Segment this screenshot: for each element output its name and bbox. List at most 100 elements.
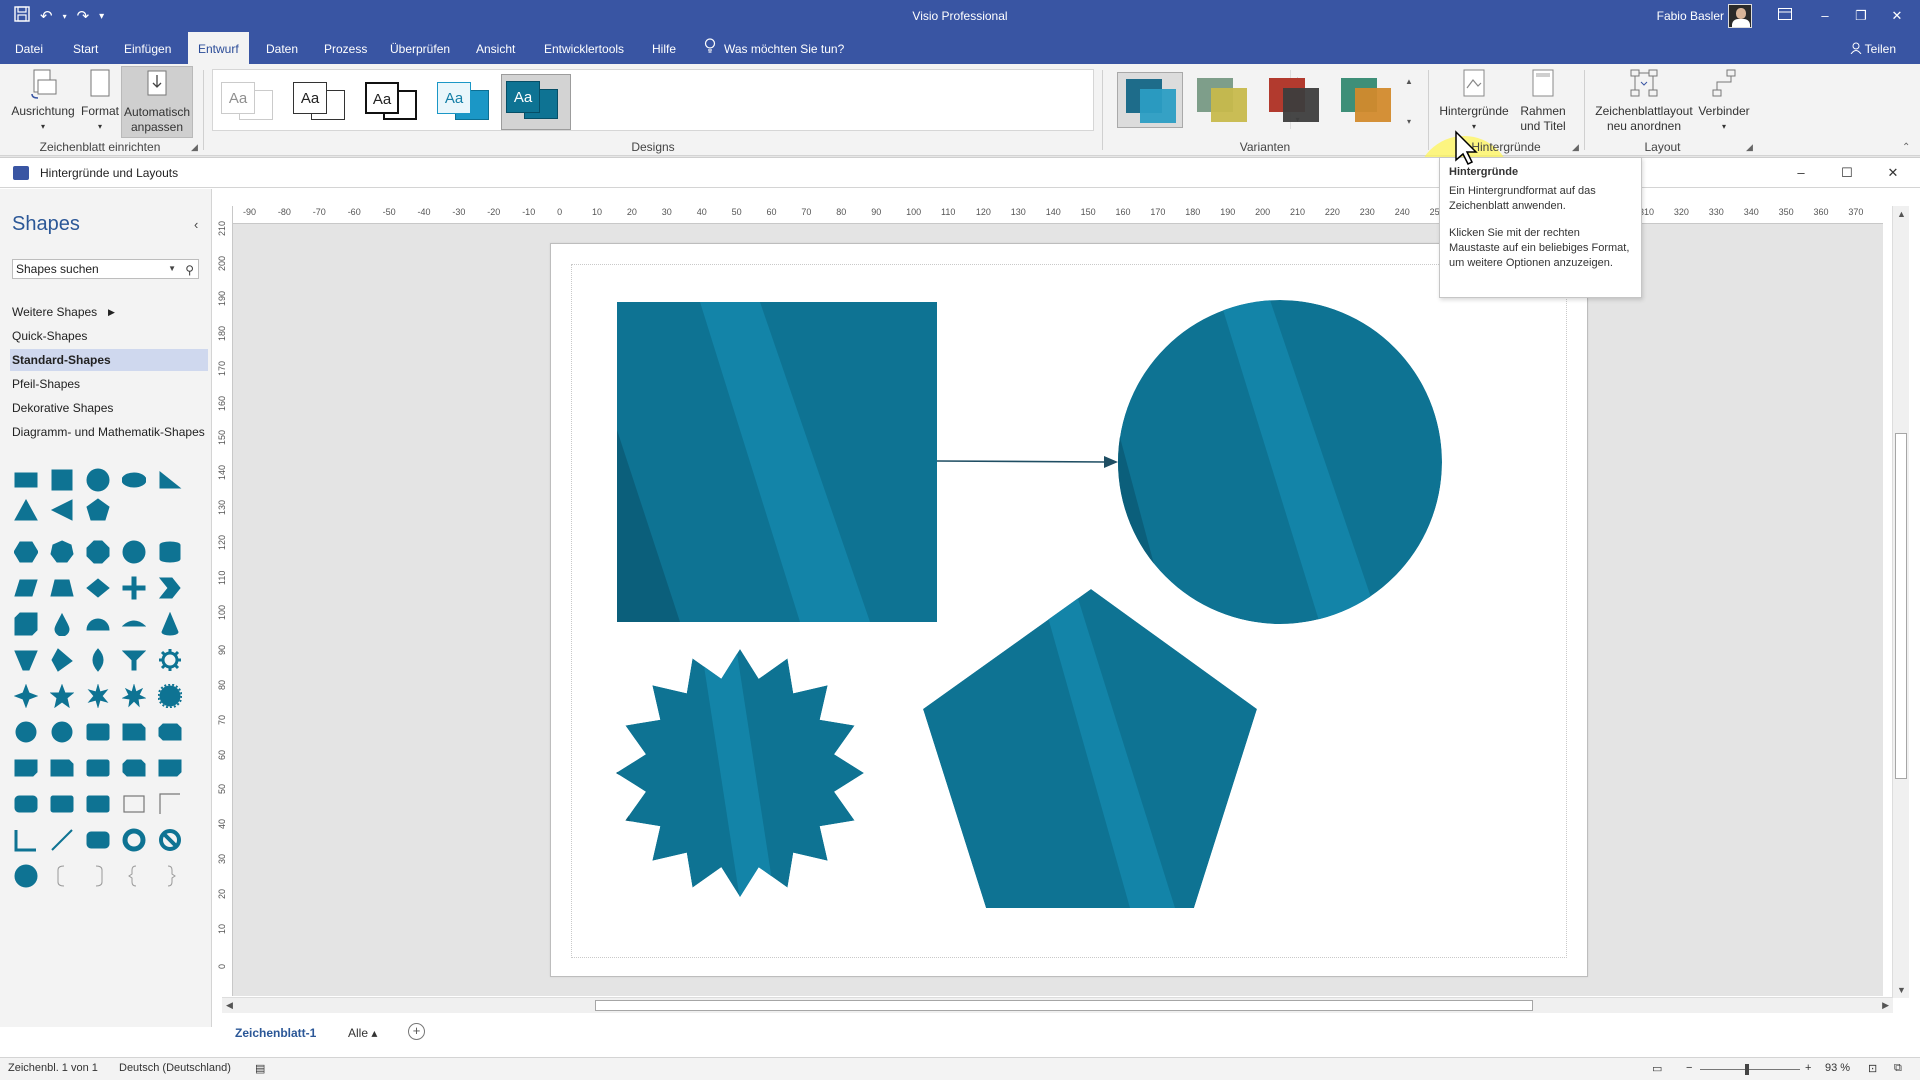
stencil-shape-snip-icon[interactable] (50, 756, 74, 780)
stencil-shape-star4-icon[interactable] (14, 684, 38, 708)
doc-close-button[interactable]: ✕ (1870, 158, 1916, 188)
stencil-shape-diamond-icon[interactable] (86, 576, 110, 600)
stencil-shape-star6-icon[interactable] (86, 684, 110, 708)
zoom-out-icon[interactable]: − (1686, 1062, 1692, 1074)
page-setup-launcher-icon[interactable]: ◢ (191, 142, 198, 153)
stencil-shape-kite-icon[interactable] (50, 648, 74, 672)
stencil-shape-fold-icon[interactable] (158, 756, 182, 780)
stencil-shape-line-icon[interactable] (50, 828, 74, 852)
redo-icon[interactable]: ↷ (77, 7, 90, 25)
stencil-shape-corner-icon[interactable] (158, 792, 182, 816)
stencil-shape-snip2-icon[interactable] (158, 720, 182, 744)
stencil-shape-circle-icon[interactable] (86, 468, 110, 492)
macro-record-icon[interactable]: ▤ (255, 1062, 265, 1075)
zoom-slider-thumb[interactable] (1745, 1064, 1749, 1075)
variant-3[interactable] (1261, 72, 1327, 128)
stencil-shape-fold-icon[interactable] (14, 756, 38, 780)
stencil-shape-lshape-icon[interactable] (14, 828, 38, 852)
stencil-shape-rrect2-icon[interactable] (14, 792, 38, 816)
stencil-shape-funnel-icon[interactable] (14, 648, 38, 672)
variant-1[interactable] (1117, 72, 1183, 128)
horizontal-scrollbar[interactable]: ◀ ▶ (222, 997, 1893, 1013)
shape-search-input[interactable]: Shapes suchen ▼ ⚲ (12, 259, 199, 279)
stencil-graph-math-shapes[interactable]: Diagramm- und Mathematik-Shapes (10, 421, 208, 443)
presentation-mode-icon[interactable]: ▭ (1652, 1062, 1662, 1075)
theme-simple[interactable]: Aa (361, 76, 425, 128)
scroll-left-icon[interactable]: ◀ (226, 1000, 233, 1011)
sheet-tab-active[interactable]: Zeichenblatt-1 (235, 1026, 316, 1040)
stencil-shape-halfc-icon[interactable] (86, 612, 110, 636)
close-button[interactable]: ✕ (1874, 0, 1920, 32)
size-button[interactable]: Format ▾ (80, 68, 120, 134)
stencil-shape-para-icon[interactable] (14, 576, 38, 600)
tab-hilfe[interactable]: Hilfe (642, 32, 686, 64)
stencil-shape-brc2-icon[interactable] (158, 864, 182, 888)
tab-ueberpruefen[interactable]: Überprüfen (380, 32, 460, 64)
doc-restore-button[interactable]: ☐ (1824, 158, 1870, 188)
stencil-shape-cone-icon[interactable] (158, 612, 182, 636)
theme-linear[interactable]: Aa (289, 76, 353, 128)
stencil-shape-cross-icon[interactable] (122, 576, 146, 600)
stencil-shape-rrect-icon[interactable] (50, 792, 74, 816)
zoom-slider[interactable] (1700, 1069, 1800, 1070)
page-indicator[interactable]: Zeichenbl. 1 von 1 (8, 1062, 98, 1074)
relayout-page-button[interactable]: Zeichenblattlayout neu anordnen (1590, 68, 1698, 134)
drawing-page[interactable] (550, 243, 1588, 977)
tab-entwicklertools[interactable]: Entwicklertools (534, 32, 634, 64)
tab-datei[interactable]: Datei (5, 32, 53, 64)
stencil-shape-fun2-icon[interactable] (122, 648, 146, 672)
zoom-in-icon[interactable]: + (1805, 1062, 1811, 1074)
connectors-button[interactable]: Verbinder ▾ (1696, 68, 1752, 134)
stencil-shape-gear-icon[interactable] (158, 648, 182, 672)
tab-ansicht[interactable]: Ansicht (466, 32, 525, 64)
theme-retrospect-selected[interactable]: Aa (501, 74, 571, 130)
save-icon[interactable] (14, 6, 30, 26)
doc-minimize-button[interactable]: – (1778, 158, 1824, 188)
language-indicator[interactable]: Deutsch (Deutschland) (119, 1062, 231, 1074)
stencil-shape-nosym-icon[interactable] (158, 828, 182, 852)
borders-and-titles-button[interactable]: Rahmen und Titel (1512, 68, 1574, 134)
stencil-arrow-shapes[interactable]: Pfeil-Shapes (10, 373, 208, 395)
tab-entwurf[interactable]: Entwurf (188, 32, 249, 64)
stencil-shape-frame-icon[interactable] (122, 792, 146, 816)
stencil-shape-brc1-icon[interactable] (122, 864, 146, 888)
stencil-shape-oct-icon[interactable] (86, 540, 110, 564)
stencil-shape-leaf-icon[interactable] (86, 648, 110, 672)
switch-windows-icon[interactable]: ⧉ (1894, 1062, 1902, 1075)
theme-ion[interactable]: Aa (433, 76, 497, 128)
theme-office[interactable]: Aa (217, 76, 281, 128)
search-icon[interactable]: ⚲ (185, 261, 194, 279)
stencil-shape-rrect2-icon[interactable] (86, 828, 110, 852)
stencil-shape-donut-icon[interactable] (122, 828, 146, 852)
stencil-more-shapes[interactable]: Weitere Shapes ▶ (10, 301, 208, 323)
stencil-shape-hept-icon[interactable] (50, 540, 74, 564)
stencil-shape-square-icon[interactable] (50, 468, 74, 492)
orientation-button[interactable]: Ausrichtung ▾ (8, 68, 78, 134)
stencil-shape-can-icon[interactable] (158, 540, 182, 564)
zoom-level[interactable]: 93 % (1825, 1062, 1850, 1074)
stencil-shape-tri-icon[interactable] (14, 498, 38, 522)
stencil-shape-hex-icon[interactable] (14, 540, 38, 564)
stencil-shape-rect-icon[interactable] (14, 468, 38, 492)
avatar[interactable] (1728, 4, 1752, 28)
stencil-shape-trap-icon[interactable] (50, 576, 74, 600)
stencil-shape-circ2-icon[interactable] (50, 720, 74, 744)
stencil-shape-star5-icon[interactable] (50, 684, 74, 708)
add-sheet-button[interactable]: + (408, 1023, 425, 1040)
share-button[interactable]: Teilen (1850, 32, 1896, 66)
backgrounds-button[interactable]: Hintergründe ▾ (1436, 68, 1512, 134)
stencil-quick-shapes[interactable]: Quick-Shapes (10, 325, 208, 347)
stencil-shape-snip2-icon[interactable] (122, 756, 146, 780)
stencil-shape-brk2-icon[interactable] (86, 864, 110, 888)
stencil-shape-rrect-icon[interactable] (86, 756, 110, 780)
scroll-right-icon[interactable]: ▶ (1882, 1000, 1889, 1011)
stencil-shape-ltri-icon[interactable] (50, 498, 74, 522)
undo-icon[interactable]: ↶ (40, 7, 53, 25)
all-sheets-button[interactable]: Alle ▴ (348, 1026, 377, 1040)
stencil-shape-dec-icon[interactable] (122, 540, 146, 564)
variant-4[interactable] (1333, 72, 1399, 128)
stencil-shape-pent-icon[interactable] (86, 498, 110, 522)
stencil-shape-chevron-icon[interactable] (158, 576, 182, 600)
stencil-shape-star7-icon[interactable] (122, 684, 146, 708)
tab-start[interactable]: Start (63, 32, 108, 64)
